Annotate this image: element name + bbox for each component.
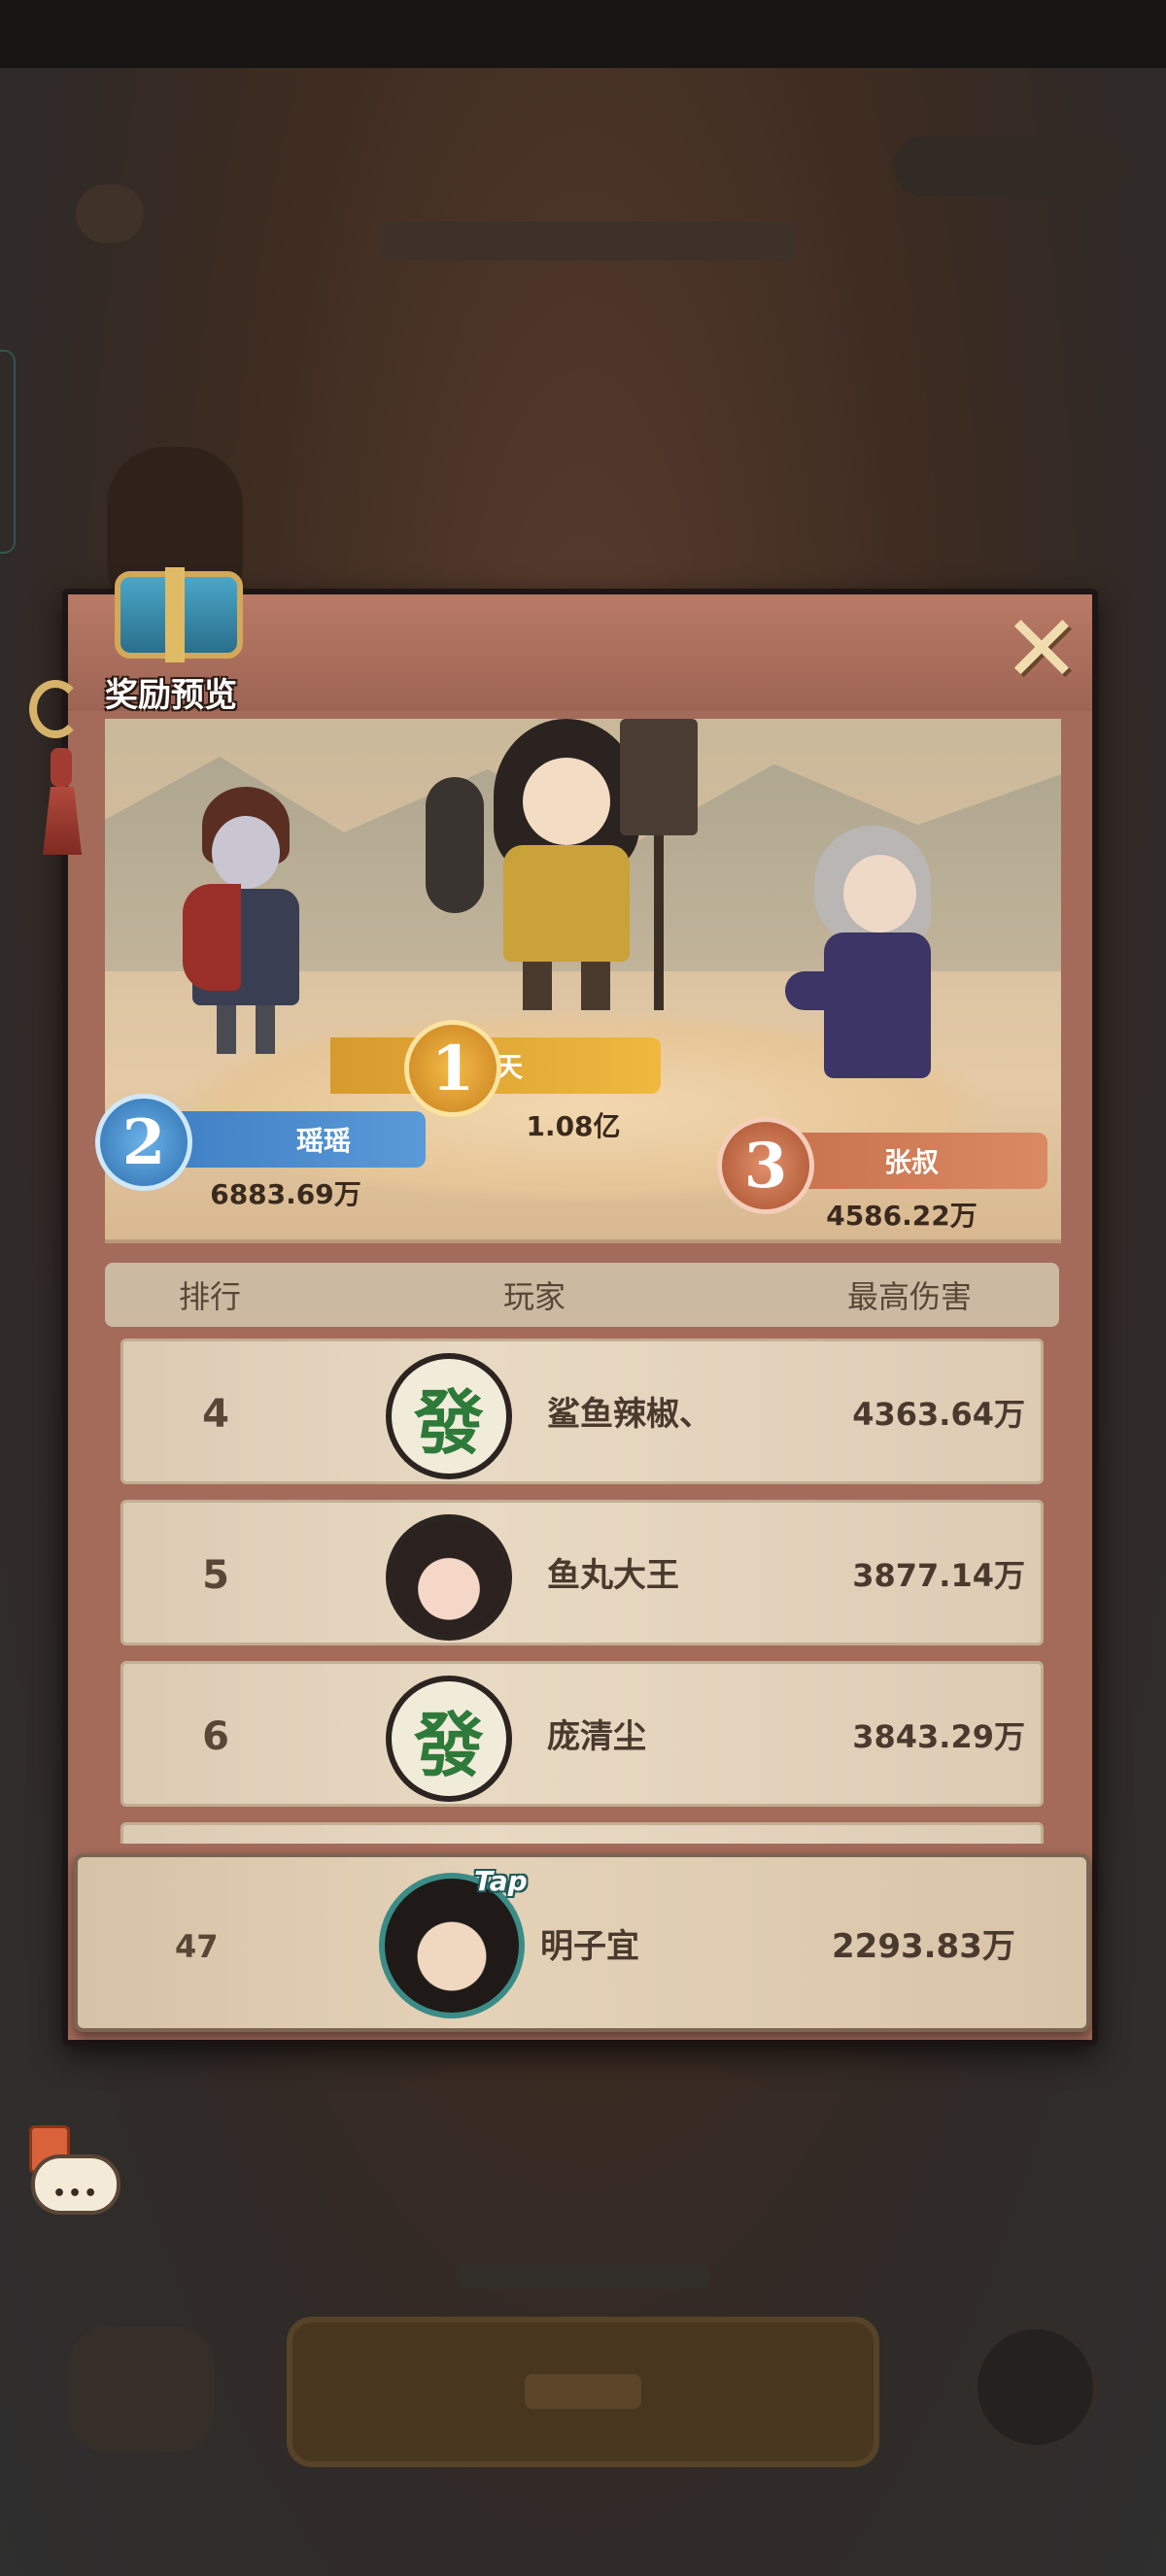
row-rank: 5: [202, 1553, 229, 1598]
ranking-list[interactable]: 4 發 鲨鱼辣椒、 4363.64万 5 鱼丸大王 3877.14万 6 發 庞…: [120, 1339, 1044, 1844]
row-rank: 6: [202, 1714, 229, 1759]
close-button[interactable]: ✕: [995, 602, 1088, 695]
podium-rank-1: 1: [430, 1032, 475, 1105]
hero-rank-3: [785, 826, 960, 1107]
tassel-decoration: [21, 680, 82, 874]
chat-bubble-icon: •••: [31, 2154, 120, 2215]
row-damage: 4363.64万: [852, 1396, 1025, 1433]
my-damage: 2293.83万: [832, 1927, 1015, 1966]
column-damage-header: 最高伤害: [847, 1278, 973, 1315]
row-player-name: 庞清尘: [547, 1717, 646, 1756]
avatar[interactable]: [386, 1514, 512, 1641]
podium-name-3: 张叔: [883, 1146, 939, 1178]
ranking-table-header: 排行 玩家 最高伤害: [105, 1263, 1059, 1327]
my-rank: 47: [175, 1928, 219, 1965]
table-row[interactable]: 4 發 鲨鱼辣椒、 4363.64万: [120, 1339, 1044, 1484]
column-rank-header: 排行: [179, 1278, 242, 1315]
table-row[interactable]: 6 發 庞清尘 3843.29万: [120, 1661, 1044, 1807]
podium-score-3: 4586.22万: [826, 1200, 977, 1232]
hero-rank-2: [173, 787, 319, 1059]
row-damage: 3843.29万: [852, 1718, 1025, 1755]
rank-1-badge: 1: [404, 1020, 501, 1117]
reward-chest-icon[interactable]: [107, 561, 253, 668]
reward-preview-label[interactable]: 奖励预览: [105, 668, 237, 716]
podium-score-2: 6883.69万: [210, 1178, 361, 1210]
row-damage: 3877.14万: [852, 1557, 1025, 1594]
avatar[interactable]: 發: [386, 1353, 512, 1479]
column-player-header: 玩家: [503, 1278, 566, 1315]
hero-rank-1: [426, 719, 717, 1010]
avatar[interactable]: 發: [386, 1676, 512, 1802]
chat-dots: •••: [52, 2182, 100, 2206]
table-row-partial[interactable]: [120, 1822, 1044, 1844]
podium-rank-3: 3: [743, 1129, 788, 1203]
my-player-name: 明子宜: [540, 1927, 639, 1966]
row-player-name: 鲨鱼辣椒、: [547, 1395, 712, 1434]
my-rank-row[interactable]: 47 Tap 明子宜 2293.83万: [74, 1853, 1090, 2032]
row-rank: 4: [202, 1392, 229, 1437]
chat-button[interactable]: •••: [23, 2125, 130, 2222]
podium-name-2: 瑶瑶: [295, 1125, 351, 1157]
podium-score-1: 1.08亿: [526, 1110, 621, 1142]
podium-rank-2: 2: [121, 1105, 166, 1179]
podium-name-ribbon-2: 瑶瑶: [163, 1111, 426, 1168]
podium-area: 景天 1 1.08亿 瑶瑶 2 6883.69万 张叔 3 4586.22万: [95, 719, 1061, 1243]
row-player-name: 鱼丸大王: [547, 1556, 679, 1595]
table-row[interactable]: 5 鱼丸大王 3877.14万: [120, 1500, 1044, 1645]
tap-tag: Tap: [474, 1865, 528, 1897]
